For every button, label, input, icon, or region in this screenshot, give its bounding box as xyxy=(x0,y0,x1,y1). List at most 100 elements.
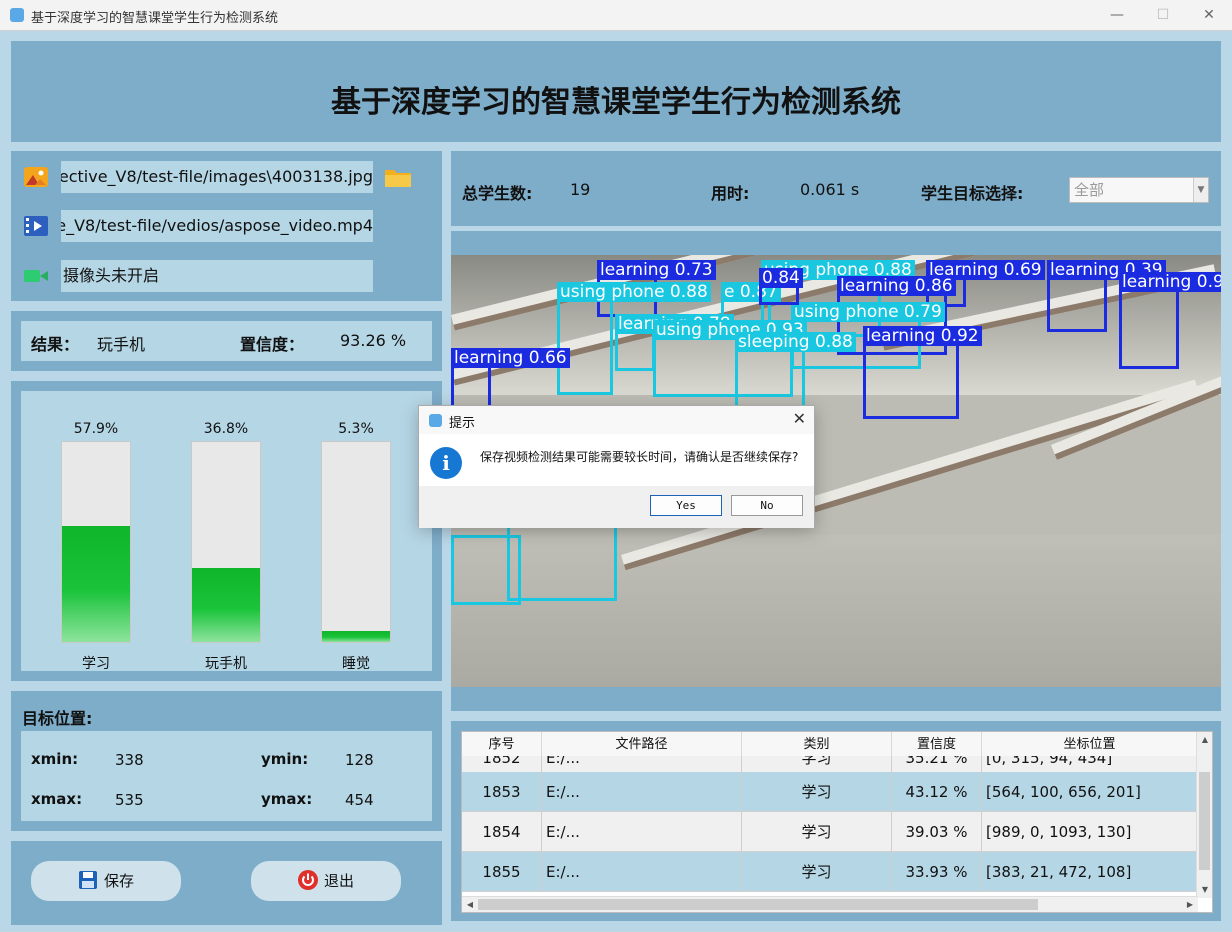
image-path-field[interactable]: Objective_V8/test-file/images\4003138.jp… xyxy=(61,161,373,193)
results-table[interactable]: 序号 文件路径 类别 置信度 坐标位置 1852 E:/... 学习 35.21 %[… xyxy=(461,731,1213,913)
detection-label: sleeping 0.88 xyxy=(735,332,856,352)
cell-index: 1854 xyxy=(462,812,542,852)
col-index[interactable]: 序号 xyxy=(462,732,542,758)
progress-bar xyxy=(191,441,261,643)
cell-coordinates: [383, 21, 472, 108] xyxy=(982,852,1198,892)
target-select[interactable]: 全部 ▼ xyxy=(1069,177,1209,203)
image-row: Objective_V8/test-file/images\4003138.jp… xyxy=(24,161,424,193)
xmax-label: xmax: xyxy=(31,790,83,808)
scroll-up-icon[interactable]: ▲ xyxy=(1197,732,1212,748)
time-value: 0.061 s xyxy=(800,180,860,199)
image-icon[interactable] xyxy=(24,167,48,187)
file-panel: Objective_V8/test-file/images\4003138.jp… xyxy=(11,151,442,301)
dialog-app-icon xyxy=(429,414,442,427)
detection-label: 0.84 xyxy=(759,268,803,288)
progress-bar-fill xyxy=(62,526,130,642)
behavior-bars-panel: 57.9% 学习 36.8% 玩手机 5.3% 睡觉 xyxy=(11,381,442,681)
floppy-disk-icon xyxy=(78,871,97,889)
cell-category: 学习 xyxy=(742,852,892,892)
video-path-field[interactable]: tive_V8/test-file/vedios/aspose_video.mp… xyxy=(61,210,373,242)
save-button-label: 保存 xyxy=(103,872,134,890)
cell-confidence: 33.93 % xyxy=(892,852,982,892)
page-title: 基于深度学习的智慧课堂学生行为检测系统 xyxy=(331,85,901,120)
total-students-value: 19 xyxy=(570,180,591,199)
table-vertical-scrollbar[interactable]: ▲ ▼ xyxy=(1196,732,1212,898)
ymax-value: 454 xyxy=(345,791,374,809)
col-coordinates[interactable]: 坐标位置 xyxy=(982,732,1198,758)
maximize-button[interactable]: ☐ xyxy=(1140,0,1186,31)
table-horizontal-scrollbar[interactable]: ◀ ▶ xyxy=(462,896,1198,912)
window-titlebar: 基于深度学习的智慧课堂学生行为检测系统 — ☐ ✕ xyxy=(0,0,1232,31)
cell-file-path: E:/... xyxy=(542,812,742,852)
bar-category-label: 睡觉 xyxy=(342,656,370,672)
scroll-left-icon[interactable]: ◀ xyxy=(462,897,478,912)
cell-file-path: E:/... xyxy=(542,772,742,812)
detection-label: learning 0.66 xyxy=(451,348,570,368)
cell-category: 学习 xyxy=(742,812,892,852)
scroll-down-icon[interactable]: ▼ xyxy=(1197,882,1212,898)
video-icon[interactable] xyxy=(24,216,48,236)
camera-status-field[interactable]: 摄像头未开启 xyxy=(61,260,373,292)
table-row[interactable]: 1854 E:/... 学习 39.03 % [989, 0, 1093, 130] xyxy=(462,812,1198,852)
vertical-scroll-thumb[interactable] xyxy=(1199,772,1210,870)
table-row[interactable]: 1855 E:/... 学习 33.93 % [383, 21, 472, 108] xyxy=(462,852,1198,892)
detection-label: learning 0.86 xyxy=(837,276,956,296)
horizontal-scroll-thumb[interactable] xyxy=(478,899,1038,910)
cell-confidence: 43.12 % xyxy=(892,772,982,812)
folder-icon[interactable] xyxy=(384,166,412,188)
ymax-label: ymax: xyxy=(261,790,313,808)
yes-button[interactable]: Yes xyxy=(650,495,722,516)
confidence-label: 置信度： xyxy=(240,335,305,354)
confirm-dialog: 提示 ✕ i 保存视频检测结果可能需要较长时间，请确认是否继续保存? Yes N… xyxy=(418,405,815,528)
xmin-value: 338 xyxy=(115,751,144,769)
target-select-value: 全部 xyxy=(1074,181,1105,199)
xmax-value: 535 xyxy=(115,791,144,809)
progress-bar-fill xyxy=(322,631,390,642)
progress-bar xyxy=(321,441,391,643)
actions-panel: 保存 退出 xyxy=(11,841,442,925)
position-inner: xmin: 338 ymin: 128 xmax: 535 ymax: 454 xyxy=(21,731,432,821)
col-file-path[interactable]: 文件路径 xyxy=(542,732,742,758)
detection-box: learning 0.39 xyxy=(1047,260,1166,332)
exit-button[interactable]: 退出 xyxy=(251,861,401,901)
detection-label: learning 0.92 xyxy=(863,326,982,346)
camera-row: 摄像头未开启 xyxy=(24,260,424,292)
cell-coordinates: [989, 0, 1093, 130] xyxy=(982,812,1198,852)
save-button[interactable]: 保存 xyxy=(31,861,181,901)
scroll-right-icon[interactable]: ▶ xyxy=(1182,897,1198,912)
col-category[interactable]: 类别 xyxy=(742,732,892,758)
minimize-button[interactable]: — xyxy=(1094,0,1140,31)
info-icon: i xyxy=(430,447,462,479)
table-row[interactable]: 1853 E:/... 学习 43.12 % [564, 100, 656, 201] xyxy=(462,772,1198,812)
ymin-value: 128 xyxy=(345,751,374,769)
col-confidence[interactable]: 置信度 xyxy=(892,732,982,758)
detection-box: learning 0.92 xyxy=(1119,272,1221,369)
dialog-close-icon[interactable]: ✕ xyxy=(793,409,806,428)
bar-percent-label: 57.9% xyxy=(73,421,119,437)
detection-label: learning 0.92 xyxy=(1119,272,1221,292)
bar-percent-label: 5.3% xyxy=(338,421,374,437)
no-button[interactable]: No xyxy=(731,495,803,516)
result-value: 玩手机 xyxy=(97,335,146,354)
result-panel: 结果： 玩手机 置信度： 93.26 % xyxy=(11,311,442,371)
bar-percent-label: 36.8% xyxy=(203,421,249,437)
results-table-panel: 序号 文件路径 类别 置信度 坐标位置 1852 E:/... 学习 35.21 %[… xyxy=(451,721,1221,921)
detection-box: using phone 0.88 xyxy=(557,282,711,395)
chevron-down-icon[interactable]: ▼ xyxy=(1193,178,1208,202)
cell-category: 学习 xyxy=(742,772,892,812)
cell-file-path: E:/... xyxy=(542,852,742,892)
bar-category-label: 玩手机 xyxy=(205,656,247,672)
stats-panel: 总学生数: 19 用时: 0.061 s 学生目标选择: 全部 ▼ xyxy=(451,151,1221,226)
detection-box xyxy=(451,535,521,605)
dialog-title: 提示 xyxy=(449,416,476,431)
cell-index: 1853 xyxy=(462,772,542,812)
camera-icon[interactable] xyxy=(24,266,48,286)
detection-label: using phone 0.88 xyxy=(557,282,711,302)
app-icon xyxy=(10,8,24,22)
target-position-title: 目标位置: xyxy=(22,709,93,728)
detection-box: learning 0.78 xyxy=(615,314,734,371)
cell-coordinates: [564, 100, 656, 201] xyxy=(982,772,1198,812)
video-row: tive_V8/test-file/vedios/aspose_video.mp… xyxy=(24,210,424,242)
close-window-button[interactable]: ✕ xyxy=(1186,0,1232,31)
detection-label: using phone 0.79 xyxy=(791,302,945,322)
